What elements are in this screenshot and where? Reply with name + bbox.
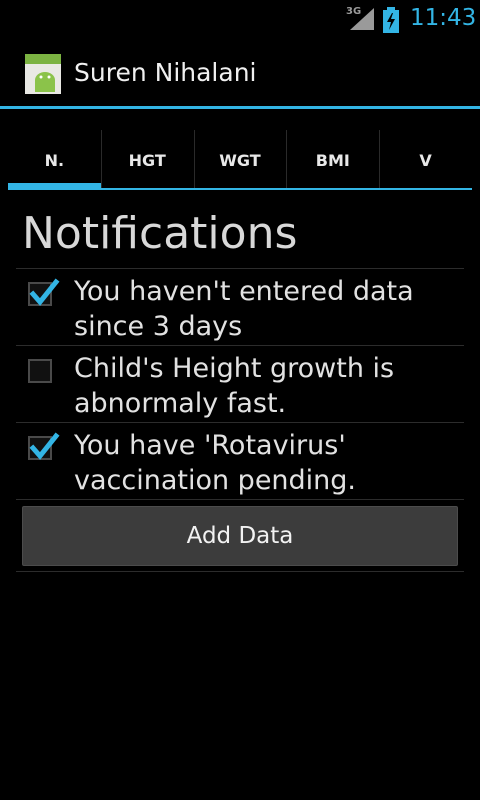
checkbox[interactable] — [28, 278, 60, 306]
notification-text: You have 'Rotavirus' vaccination pending… — [74, 430, 357, 496]
notification-item[interactable]: You haven't entered data since 3 days — [16, 268, 464, 345]
tab-bmi[interactable]: BMI — [286, 130, 380, 190]
tab-indicator — [193, 188, 287, 190]
checkmark-icon — [29, 432, 60, 460]
checkbox[interactable] — [28, 359, 52, 383]
tab-indicator — [286, 188, 380, 190]
checkmark-icon — [29, 278, 60, 306]
battery-charging-icon — [383, 7, 399, 33]
notification-list: You haven't entered data since 3 days Ch… — [16, 268, 464, 572]
tab-label: BMI — [315, 150, 350, 170]
button-row: Add Data — [16, 499, 464, 572]
checkbox[interactable] — [28, 432, 60, 460]
tab-label: V — [419, 150, 432, 170]
tab-label: HGT — [128, 150, 166, 170]
status-bar: 3G 11:43 — [0, 0, 480, 38]
page-title: Notifications — [22, 208, 298, 259]
tab-height[interactable]: HGT — [100, 130, 194, 190]
clock: 11:43 — [410, 5, 477, 31]
add-data-button[interactable]: Add Data — [22, 506, 458, 566]
tab-indicator — [8, 183, 101, 190]
tab-indicator — [379, 188, 472, 190]
tab-indicator — [100, 188, 194, 190]
tab-weight[interactable]: WGT — [193, 130, 287, 190]
tab-notifications[interactable]: N. — [8, 130, 101, 190]
action-bar: Suren Nihalani — [0, 38, 480, 110]
action-bar-divider — [0, 106, 480, 109]
tab-label: N. — [44, 150, 65, 170]
notification-item[interactable]: Child's Height growth is abnormaly fast. — [16, 345, 464, 422]
signal-icon — [350, 8, 374, 30]
app-title: Suren Nihalani — [74, 58, 257, 87]
notification-item[interactable]: You have 'Rotavirus' vaccination pending… — [16, 422, 464, 499]
notification-text: You haven't entered data since 3 days — [74, 276, 414, 342]
tab-bar: N. HGT WGT BMI V — [8, 130, 472, 190]
tab-vaccination[interactable]: V — [379, 130, 472, 190]
notification-text: Child's Height growth is abnormaly fast. — [74, 353, 395, 419]
android-app-icon[interactable] — [24, 53, 62, 95]
tab-label: WGT — [219, 150, 261, 170]
